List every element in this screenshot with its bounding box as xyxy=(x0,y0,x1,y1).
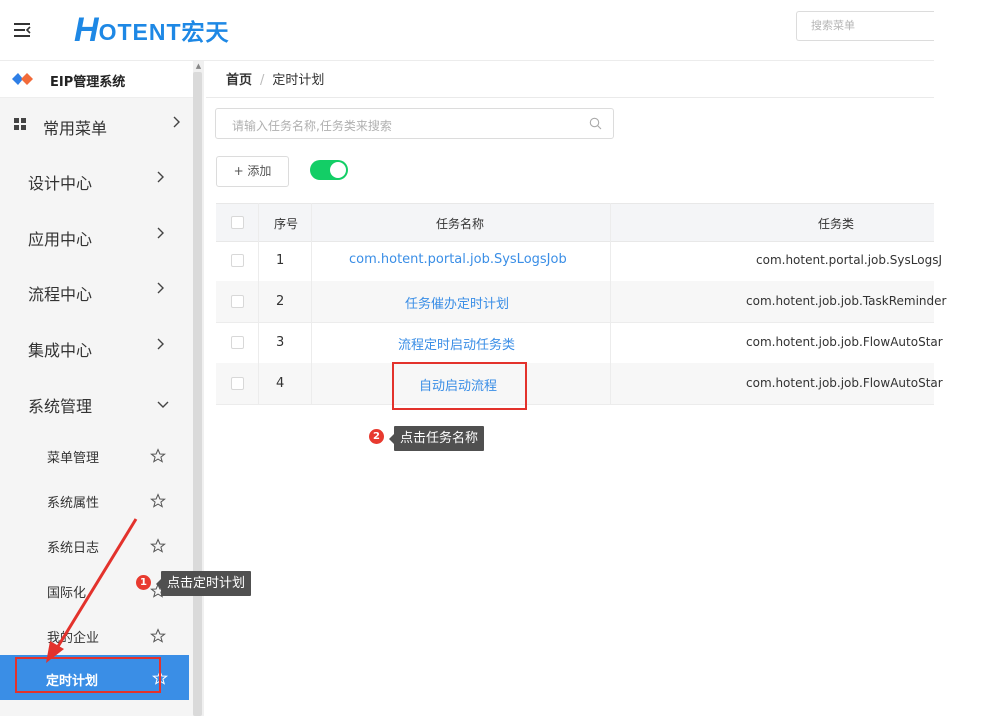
sidebar-item-process-center[interactable]: 流程中心 xyxy=(0,263,193,319)
breadcrumb-home[interactable]: 首页 xyxy=(226,73,252,88)
table-row[interactable]: 3 流程定时启动任务类 com.hotent.job.job.FlowAutoS… xyxy=(216,322,943,364)
sidebar-item-label: 设计中心 xyxy=(28,174,93,193)
chevron-right-icon xyxy=(173,116,185,128)
sidebar-item-label: 应用中心 xyxy=(28,230,93,249)
row-index: 3 xyxy=(276,335,285,350)
breadcrumb-current: 定时计划 xyxy=(272,73,325,88)
sidebar-subitem-menu-management[interactable]: 菜单管理 xyxy=(0,431,193,476)
annotation-arrow xyxy=(46,518,138,663)
table-header: 序号 任务名称 任务类 xyxy=(216,203,934,242)
column-divider xyxy=(258,203,259,404)
star-icon[interactable] xyxy=(150,448,166,464)
sidebar-item-system-management[interactable]: 系统管理 xyxy=(0,375,193,431)
sidebar-item-design-center[interactable]: 设计中心 xyxy=(0,152,193,208)
step-tooltip: 点击任务名称 xyxy=(388,426,485,451)
sidebar-subitem-label: 系统属性 xyxy=(47,496,100,511)
sidebar-item-app-center[interactable]: 应用中心 xyxy=(0,208,193,264)
task-name-link[interactable]: 任务催办定时计划 xyxy=(405,293,509,312)
task-search-placeholder: 请输入任务名称,任务类来搜索 xyxy=(232,119,392,133)
column-header-index: 序号 xyxy=(274,217,299,231)
add-button[interactable]: + 添加 xyxy=(216,156,289,187)
star-icon[interactable] xyxy=(150,628,166,644)
chevron-right-icon xyxy=(157,282,169,294)
table-row[interactable]: 1 com.hotent.portal.job.SysLogsJob com.h… xyxy=(216,240,942,282)
column-divider xyxy=(610,203,611,404)
step-badge: 1 xyxy=(136,575,151,590)
logo-mark: H xyxy=(74,10,99,49)
logo-text: OTENT宏天 xyxy=(98,19,230,45)
breadcrumb-separator: / xyxy=(260,73,265,88)
row-index: 2 xyxy=(276,294,285,309)
row-index: 1 xyxy=(276,253,285,268)
chevron-right-icon xyxy=(157,338,169,350)
system-title-bar: EIP管理系统 xyxy=(0,61,193,98)
scroll-up-arrow-icon[interactable]: ▲ xyxy=(193,62,204,71)
eip-logo-icon xyxy=(12,73,34,89)
divider xyxy=(206,97,934,98)
search-icon[interactable] xyxy=(589,117,602,134)
chevron-right-icon xyxy=(157,171,169,183)
step-badge: 2 xyxy=(369,429,384,444)
row-checkbox[interactable] xyxy=(231,336,244,349)
hotent-logo: H OTENT宏天 xyxy=(74,10,230,49)
star-icon[interactable] xyxy=(150,493,166,509)
select-all-checkbox[interactable] xyxy=(231,216,244,229)
row-index: 4 xyxy=(276,376,285,391)
row-checkbox[interactable] xyxy=(231,295,244,308)
sidebar-item-integration-center[interactable]: 集成中心 xyxy=(0,319,193,375)
task-class: com.hotent.portal.job.SysLogsJ xyxy=(756,253,943,267)
table-row[interactable]: 4 自动启动流程 com.hotent.job.job.FlowAutoStar xyxy=(216,363,943,405)
system-name: EIP管理系统 xyxy=(50,75,126,90)
row-checkbox[interactable] xyxy=(231,254,244,267)
task-class: com.hotent.job.job.FlowAutoStar xyxy=(746,335,943,349)
sidebar-item-label: 集成中心 xyxy=(28,341,93,360)
annotation-highlight-box xyxy=(392,362,527,410)
toggle-knob xyxy=(330,162,346,178)
grid-icon xyxy=(14,118,26,134)
task-name-link[interactable]: com.hotent.portal.job.SysLogsJob xyxy=(349,252,567,267)
step-tooltip: 点击定时计划 xyxy=(155,571,252,596)
row-checkbox[interactable] xyxy=(231,377,244,390)
task-table: 序号 任务名称 任务类 1 com.hotent.portal.job.SysL… xyxy=(216,203,946,405)
sidebar-item-label: 系统管理 xyxy=(28,397,93,416)
breadcrumb: 首页 / 定时计划 xyxy=(226,69,324,88)
chevron-right-icon xyxy=(157,227,169,239)
task-class: com.hotent.job.job.FlowAutoStar xyxy=(746,376,943,390)
table-row[interactable]: 2 任务催办定时计划 com.hotent.job.job.TaskRemind… xyxy=(216,281,946,323)
sidebar-item-label: 流程中心 xyxy=(28,285,93,304)
sidebar-subitem-label: 菜单管理 xyxy=(47,451,100,466)
column-divider xyxy=(311,203,312,404)
menu-search-input[interactable]: 搜索菜单 xyxy=(796,11,934,41)
toggle-switch[interactable] xyxy=(310,160,348,180)
chevron-down-icon xyxy=(157,398,169,410)
star-icon[interactable] xyxy=(150,538,166,554)
sidebar-item-common-menu[interactable]: 常用菜单 xyxy=(0,97,193,153)
menu-toggle-icon[interactable] xyxy=(12,20,32,40)
column-header-name: 任务名称 xyxy=(436,217,485,231)
task-search-input[interactable]: 请输入任务名称,任务类来搜索 xyxy=(215,108,614,139)
column-header-class: 任务类 xyxy=(818,217,855,231)
sidebar-scroll-thumb[interactable] xyxy=(193,72,202,716)
task-class: com.hotent.job.job.TaskReminder xyxy=(746,294,947,308)
task-name-link[interactable]: 流程定时启动任务类 xyxy=(398,334,515,353)
sidebar-item-label: 常用菜单 xyxy=(43,119,108,138)
